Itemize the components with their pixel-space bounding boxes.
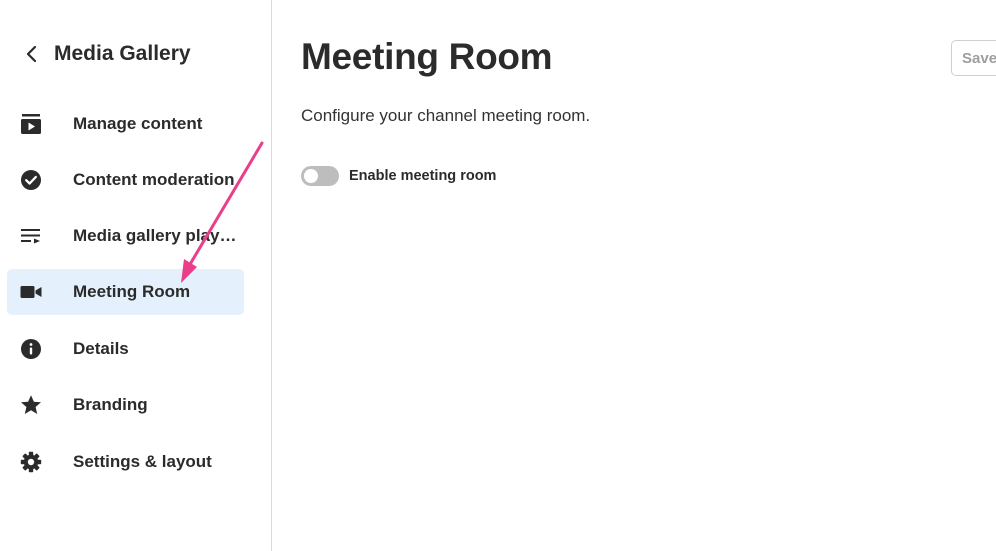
sidebar-item-settings-layout[interactable]: Settings & layout	[7, 439, 244, 485]
star-icon	[21, 395, 41, 414]
sidebar-item-branding[interactable]: Branding	[7, 382, 244, 428]
enable-meeting-room-row: Enable meeting room	[301, 164, 496, 188]
chevron-left-icon	[26, 45, 37, 63]
sidebar-item-label: Branding	[73, 395, 148, 414]
sidebar-item-label: Meeting Room	[73, 282, 191, 301]
sidebar-item-label: Settings & layout	[73, 452, 212, 471]
back-to-media-gallery[interactable]: Media Gallery	[22, 40, 191, 68]
save-button[interactable]: Save	[951, 40, 996, 76]
sidebar-item-manage-content[interactable]: Manage content	[7, 101, 244, 147]
sidebar-item-label: Content moderation	[73, 170, 235, 189]
gear-icon	[20, 451, 42, 473]
sidebar-title: Media Gallery	[54, 42, 191, 65]
play-box-icon	[21, 114, 41, 134]
check-circle-icon	[21, 170, 41, 190]
video-camera-icon	[20, 286, 42, 298]
sidebar-item-media-gallery-playlists[interactable]: Media gallery play…	[7, 213, 244, 259]
enable-meeting-room-label: Enable meeting room	[349, 168, 497, 184]
playlist-icon	[21, 229, 40, 244]
sidebar-item-meeting-room[interactable]: Meeting Room	[7, 269, 244, 315]
main-panel: Meeting Room Configure your channel meet…	[273, 0, 996, 551]
enable-meeting-room-toggle[interactable]	[301, 166, 339, 186]
sidebar-item-label: Manage content	[73, 114, 203, 133]
sidebar-item-content-moderation[interactable]: Content moderation	[7, 157, 244, 203]
sidebar-item-details[interactable]: Details	[7, 326, 244, 372]
sidebar-item-label: Details	[73, 339, 129, 358]
page-title: Meeting Room	[301, 36, 553, 77]
sidebar: Media Gallery Manage content Content mod…	[0, 0, 272, 551]
info-icon	[21, 339, 41, 359]
page-description: Configure your channel meeting room.	[301, 106, 591, 125]
sidebar-item-label: Media gallery play…	[73, 226, 237, 245]
toggle-knob	[304, 169, 318, 183]
